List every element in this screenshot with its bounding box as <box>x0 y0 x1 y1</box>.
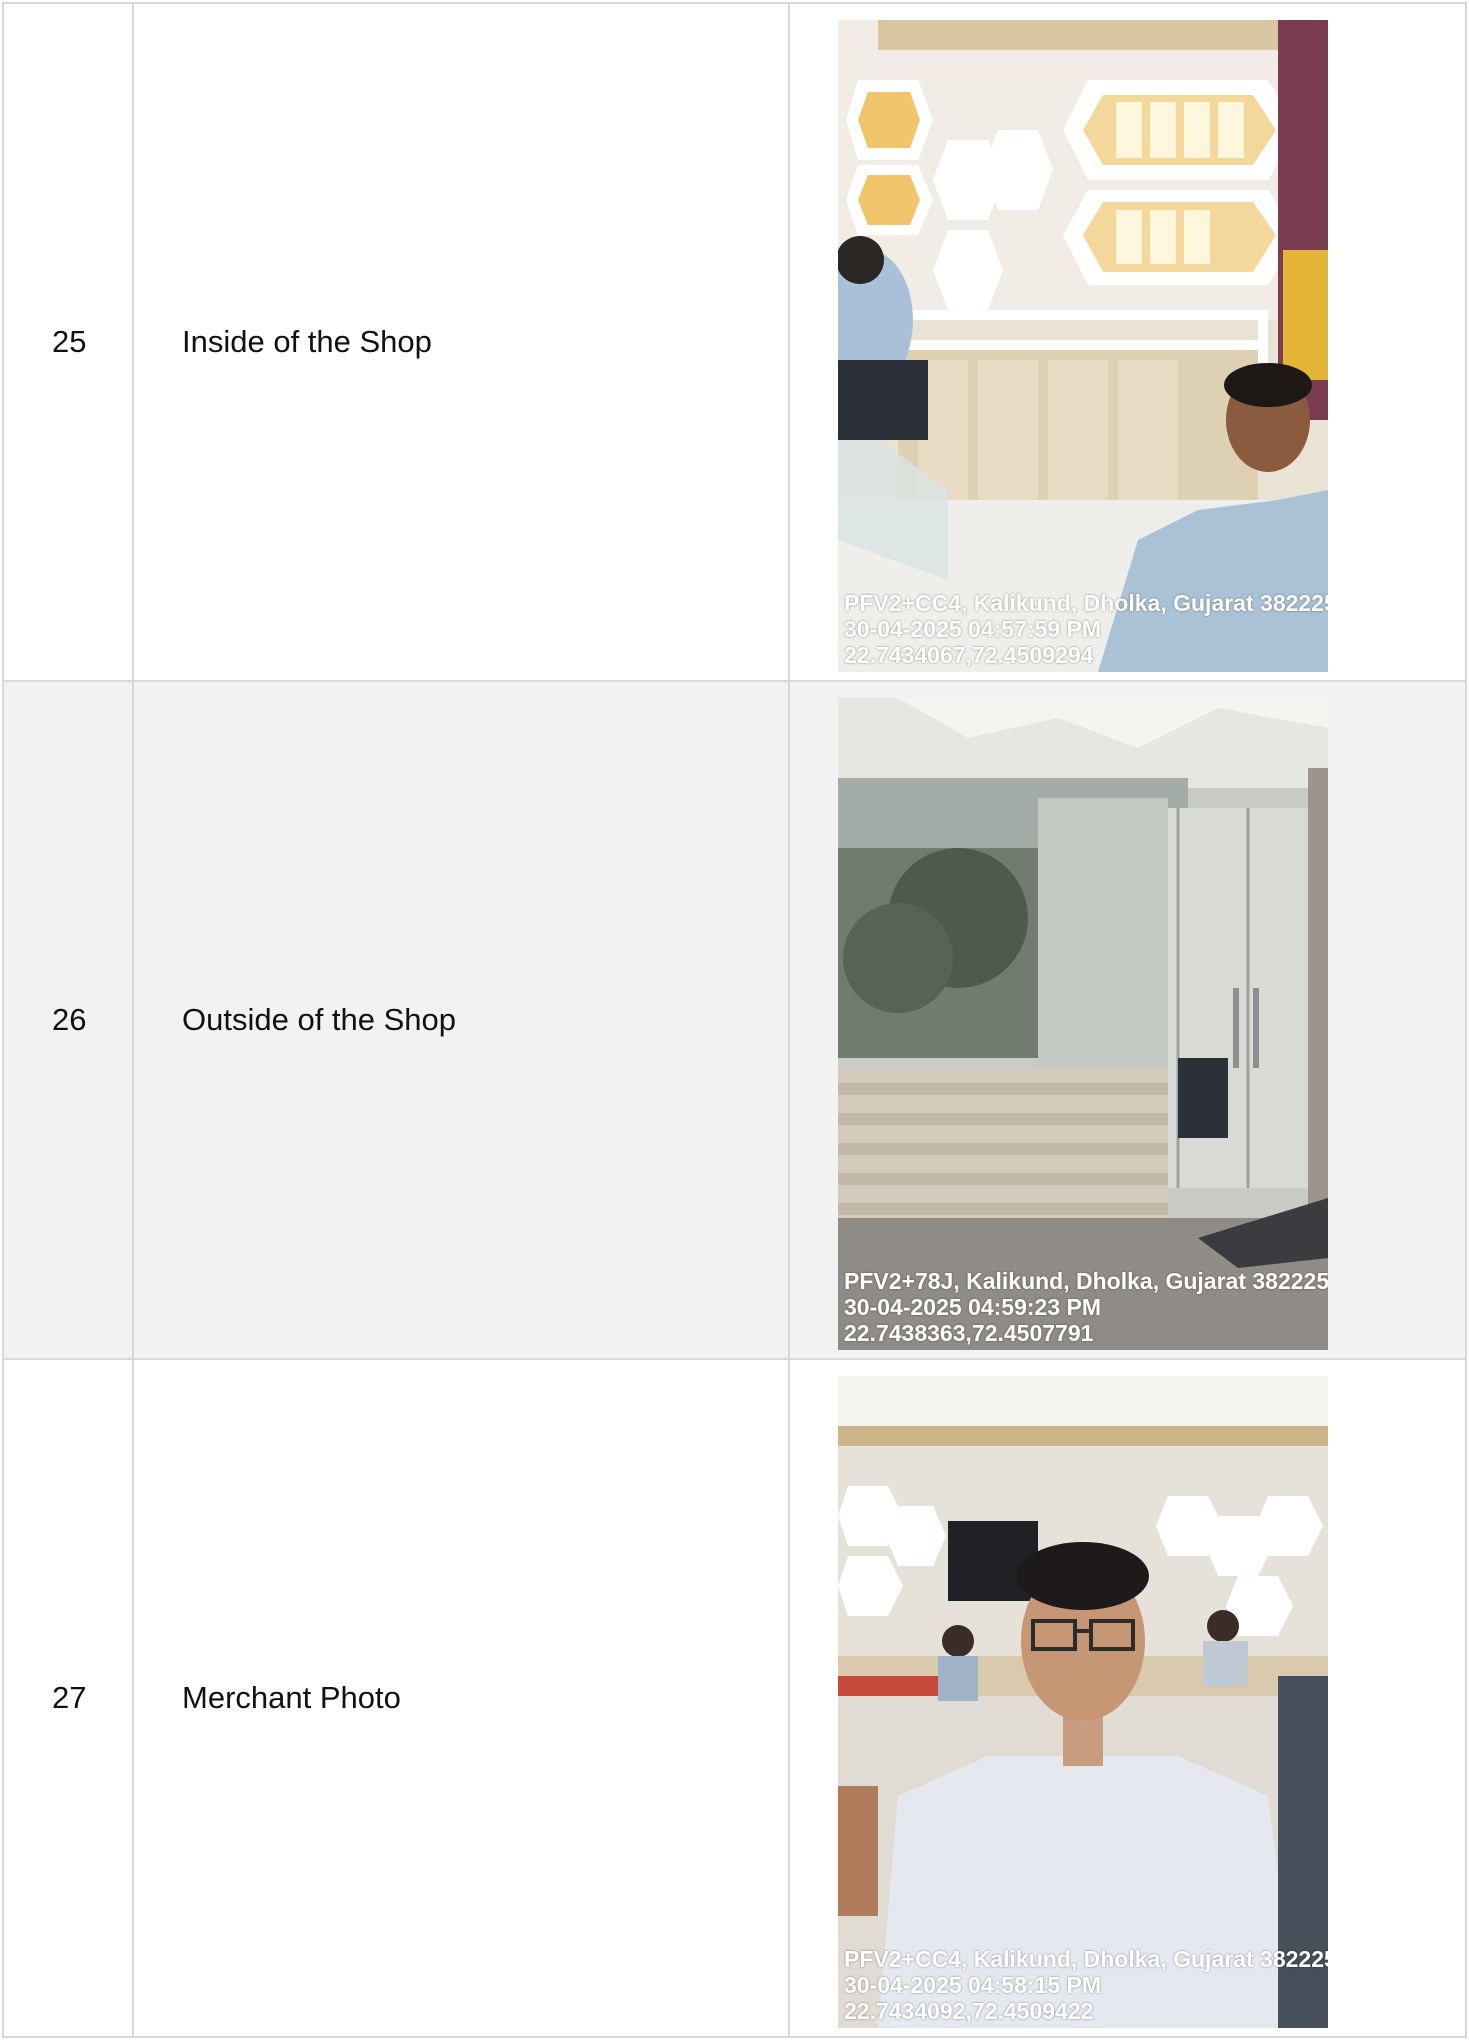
photo-geotag-stamp: PFV2+CC4, Kalikund, Dholka, Gujarat 3822… <box>844 1946 1328 2024</box>
stamp-coordinates: 22.7438363,72.4507791 <box>844 1320 1094 1346</box>
row-description: Inside of the Shop <box>132 2 790 682</box>
stamp-datetime: 30-04-2025 04:57:59 PM <box>844 616 1101 642</box>
table-row: 26 Outside of the Shop PFV2+78J, Kalikun… <box>2 680 1467 1360</box>
stamp-datetime: 30-04-2025 04:59:23 PM <box>844 1294 1101 1320</box>
photo-geotag-stamp: PFV2+78J, Kalikund, Dholka, Gujarat 3822… <box>844 1268 1328 1346</box>
shop-outside-image <box>838 698 1328 1350</box>
merchant-photo: PFV2+CC4, Kalikund, Dholka, Gujarat 3822… <box>838 1376 1328 2028</box>
stamp-coordinates: 22.7434092,72.4509422 <box>844 1998 1094 2024</box>
merchant-image <box>838 1376 1328 2028</box>
row-number: 26 <box>2 680 134 1360</box>
stamp-address: PFV2+CC4, Kalikund, Dholka, Gujarat 3822… <box>844 590 1328 616</box>
table-row: 25 Inside of the Shop PFV2+CC4, Kalikund… <box>2 2 1467 682</box>
stamp-coordinates: 22.7434067,72.4509294 <box>844 642 1094 668</box>
photo-geotag-stamp: PFV2+CC4, Kalikund, Dholka, Gujarat 3822… <box>844 590 1328 668</box>
row-number: 27 <box>2 1358 134 2038</box>
row-description: Outside of the Shop <box>132 680 790 1360</box>
shop-outside-photo: PFV2+78J, Kalikund, Dholka, Gujarat 3822… <box>838 698 1328 1350</box>
photo-cell: PFV2+CC4, Kalikund, Dholka, Gujarat 3822… <box>788 1358 1467 2038</box>
table-row: 27 Merchant Photo PFV2+CC4, Kalikund, Dh… <box>2 1358 1467 2038</box>
photo-cell: PFV2+CC4, Kalikund, Dholka, Gujarat 3822… <box>788 2 1467 682</box>
stamp-address: PFV2+78J, Kalikund, Dholka, Gujarat 3822… <box>844 1268 1328 1294</box>
stamp-address: PFV2+CC4, Kalikund, Dholka, Gujarat 3822… <box>844 1946 1328 1972</box>
row-number: 25 <box>2 2 134 682</box>
stamp-datetime: 30-04-2025 04:58:15 PM <box>844 1972 1101 1998</box>
photo-evidence-table: 25 Inside of the Shop PFV2+CC4, Kalikund… <box>2 2 1467 2038</box>
shop-inside-image <box>838 20 1328 672</box>
shop-inside-photo: PFV2+CC4, Kalikund, Dholka, Gujarat 3822… <box>838 20 1328 672</box>
row-description: Merchant Photo <box>132 1358 790 2038</box>
photo-cell: PFV2+78J, Kalikund, Dholka, Gujarat 3822… <box>788 680 1467 1360</box>
